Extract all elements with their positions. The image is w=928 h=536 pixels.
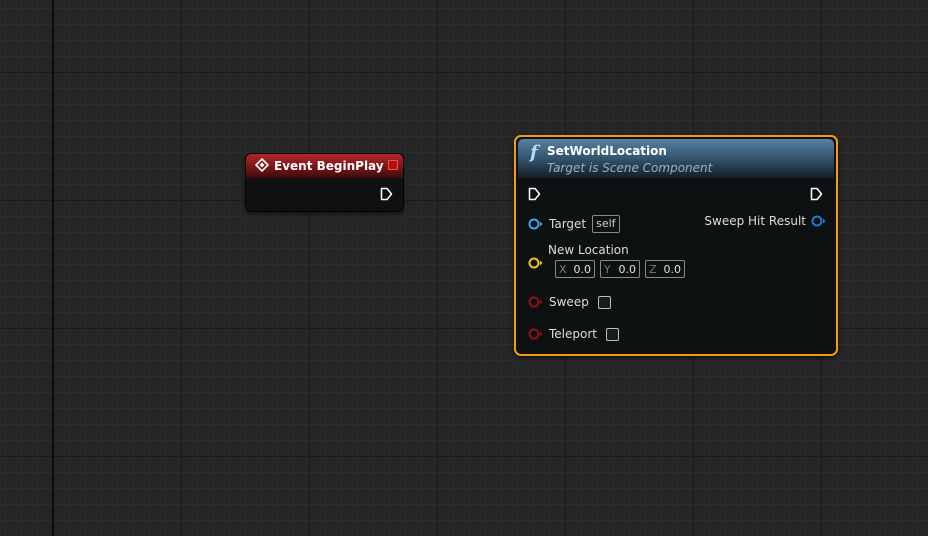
event-node-title: Event BeginPlay [274, 159, 384, 173]
set-world-location-node[interactable]: f SetWorldLocation Target is Scene Compo… [514, 135, 838, 356]
function-node-subtitle: Target is Scene Component [547, 161, 713, 175]
object-pin-icon[interactable] [528, 218, 543, 230]
event-delegate-pin[interactable] [388, 160, 398, 170]
location-z-field[interactable]: Z 0.0 [645, 260, 685, 278]
location-y-field[interactable]: Y 0.0 [600, 260, 640, 278]
location-x-field[interactable]: X 0.0 [555, 260, 595, 278]
sweep-label: Sweep [549, 295, 589, 309]
vector-fields: X 0.0 Y 0.0 Z 0.0 [555, 260, 690, 278]
event-node-header[interactable]: Event BeginPlay [246, 154, 403, 178]
teleport-checkbox[interactable] [606, 327, 619, 341]
graph-origin-axis [52, 0, 54, 536]
target-input-row: Target self [528, 215, 620, 233]
y-value: 0.0 [618, 262, 637, 276]
target-label: Target [549, 217, 587, 231]
new-location-input: New Location X 0.0 Y 0.0 Z 0.0 [548, 243, 690, 278]
vector-pin-icon[interactable] [528, 257, 543, 269]
sweep-hit-result-output-row: Sweep Hit Result [704, 214, 826, 228]
struct-pin-icon[interactable] [811, 215, 826, 227]
bool-pin-icon[interactable] [528, 328, 543, 340]
bool-pin-icon[interactable] [528, 296, 543, 308]
function-node-title: SetWorldLocation [547, 144, 667, 158]
sweep-input-row: Sweep [528, 295, 611, 309]
function-icon: f [530, 142, 538, 163]
sweep-hit-result-label: Sweep Hit Result [704, 214, 806, 228]
event-diamond-icon [254, 157, 270, 176]
exec-arrow-icon [528, 187, 541, 201]
z-value: 0.0 [663, 262, 682, 276]
teleport-label: Teleport [549, 327, 597, 341]
sweep-checkbox[interactable] [597, 295, 611, 309]
new-location-pin-row [528, 257, 543, 269]
exec-arrow-icon [380, 187, 393, 201]
event-beginplay-node[interactable]: Event BeginPlay [245, 153, 404, 212]
event-exec-out-pin[interactable] [380, 187, 393, 201]
function-node-header[interactable]: f SetWorldLocation Target is Scene Compo… [518, 139, 834, 178]
new-location-label: New Location [548, 243, 629, 257]
x-axis-label: X [559, 262, 567, 276]
exec-arrow-icon [810, 187, 823, 201]
function-exec-out-pin[interactable] [810, 187, 823, 201]
y-axis-label: Y [604, 262, 611, 276]
teleport-input-row: Teleport [528, 327, 619, 341]
function-exec-in-pin[interactable] [528, 187, 541, 201]
target-self-value: self [592, 215, 620, 233]
x-value: 0.0 [573, 262, 592, 276]
z-axis-label: Z [649, 262, 657, 276]
